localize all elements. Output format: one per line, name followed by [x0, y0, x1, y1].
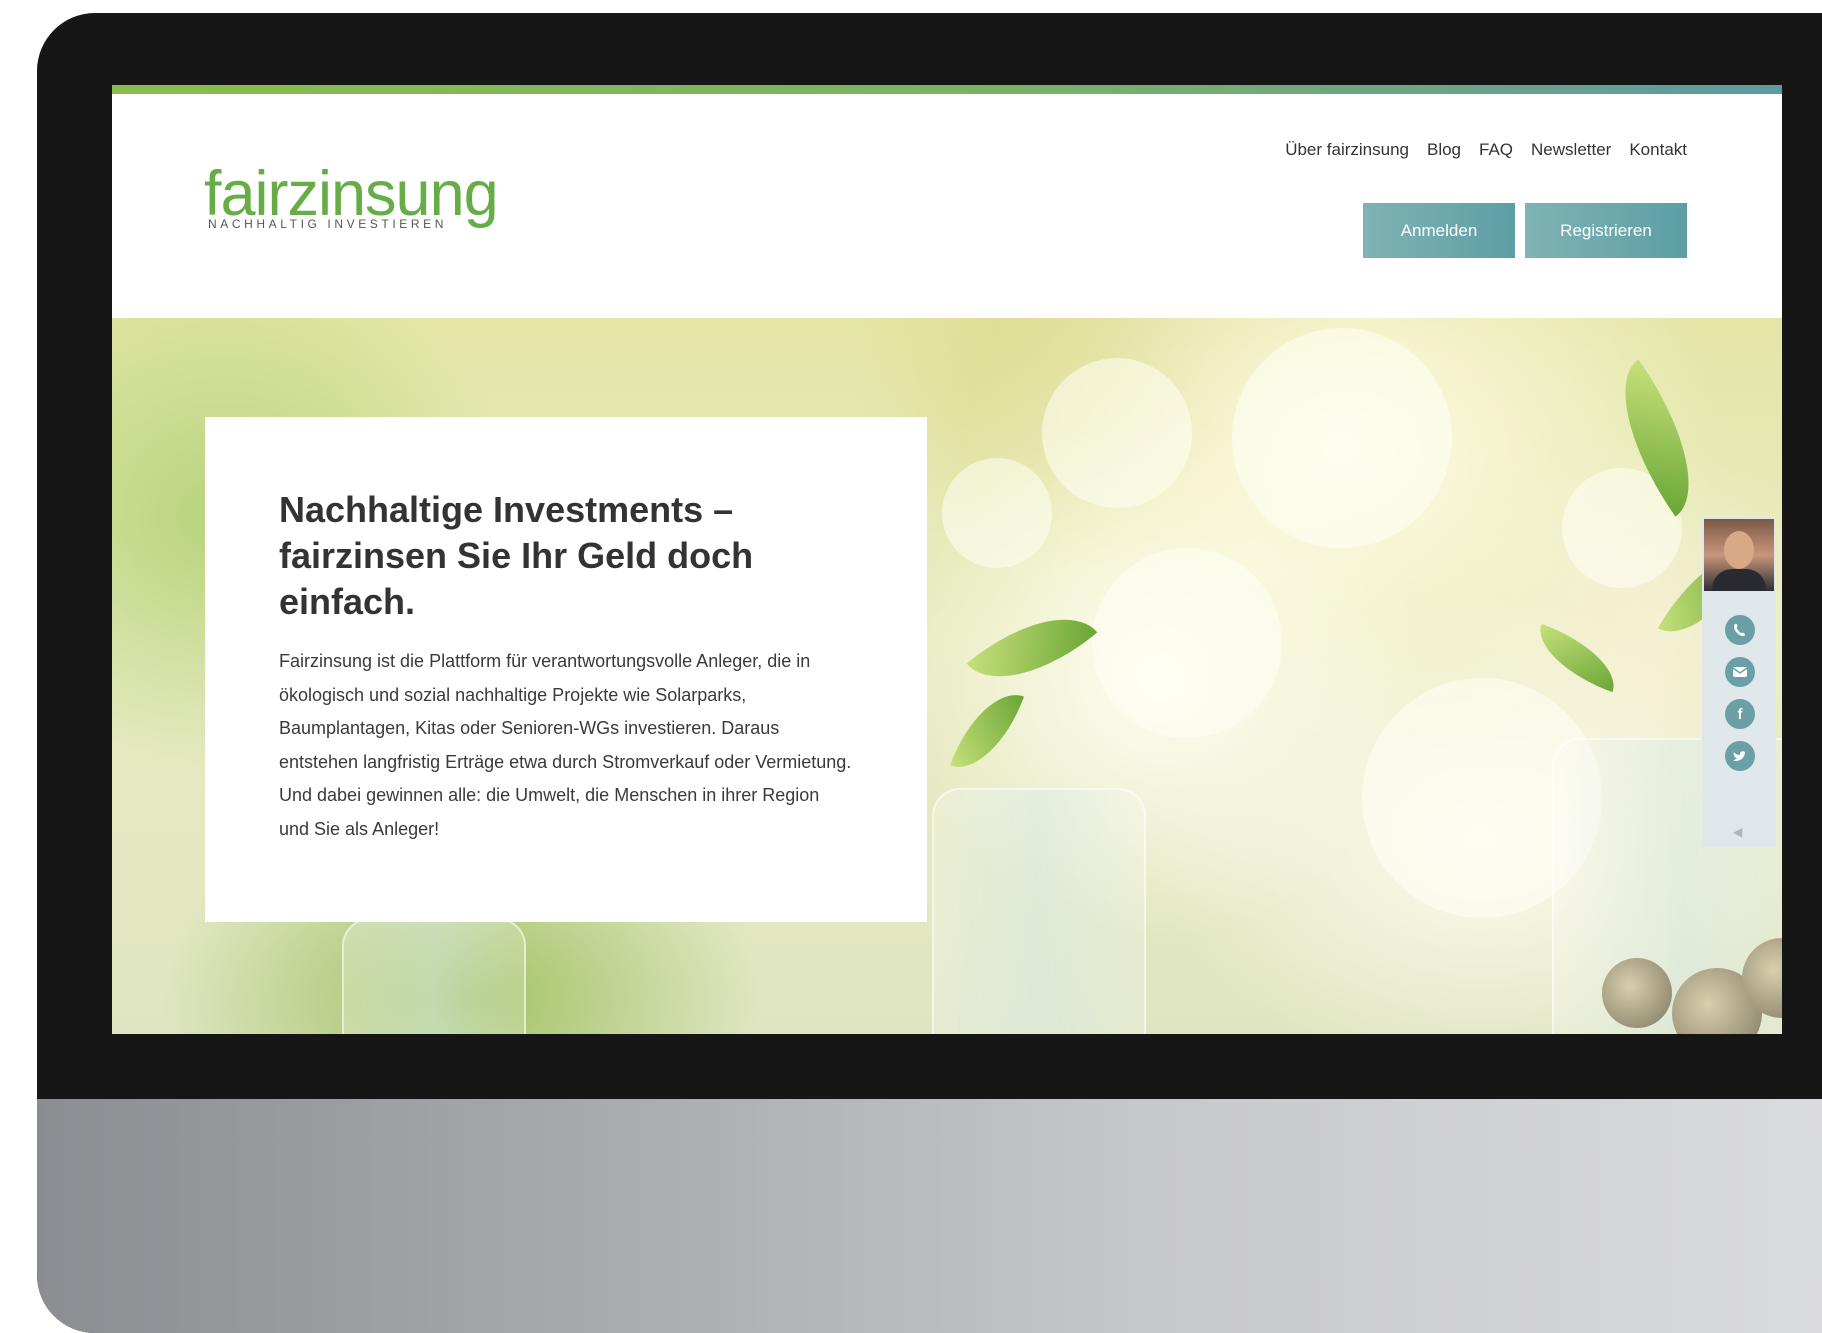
- hero-body: Fairzinsung ist die Plattform für verant…: [279, 651, 852, 839]
- nav-item-kontakt[interactable]: Kontakt: [1629, 140, 1687, 160]
- bokeh-light: [1232, 328, 1452, 548]
- twitter-icon[interactable]: [1725, 741, 1755, 771]
- facebook-icon[interactable]: f: [1725, 699, 1755, 729]
- bokeh-light: [1042, 358, 1192, 508]
- nav-item-blog[interactable]: Blog: [1427, 140, 1461, 160]
- site-logo[interactable]: fairzinsung NACHHALTIG INVESTIEREN: [204, 163, 499, 232]
- hero-banner: Nachhaltige Investments – fairzinsen Sie…: [112, 318, 1782, 1034]
- top-accent-bar: [112, 85, 1782, 94]
- hero-text-card: Nachhaltige Investments – fairzinsen Sie…: [205, 417, 927, 922]
- hero-title: Nachhaltige Investments – fairzinsen Sie…: [279, 489, 754, 622]
- nav-item-faq[interactable]: FAQ: [1479, 140, 1513, 160]
- monitor-chin: [37, 1099, 1822, 1333]
- plant-leaf: [949, 680, 1025, 782]
- bokeh-light: [1092, 548, 1282, 738]
- avatar-face: [1724, 531, 1754, 569]
- plant-leaf: [966, 586, 1098, 710]
- mail-icon[interactable]: [1725, 657, 1755, 687]
- nav-item-newsletter[interactable]: Newsletter: [1531, 140, 1611, 160]
- contact-widget: f ◀: [1702, 517, 1776, 847]
- plant-leaf: [1527, 623, 1627, 693]
- nav-item-ueber[interactable]: Über fairzinsung: [1285, 140, 1409, 160]
- register-button[interactable]: Registrieren: [1525, 203, 1687, 258]
- browser-viewport: fairzinsung NACHHALTIG INVESTIEREN Über …: [112, 85, 1782, 1034]
- monitor-frame: fairzinsung NACHHALTIG INVESTIEREN Über …: [37, 13, 1822, 1333]
- glass-jar: [342, 918, 526, 1034]
- bokeh-light: [942, 458, 1052, 568]
- facebook-glyph: f: [1737, 705, 1743, 723]
- collapse-arrow-icon[interactable]: ◀: [1733, 825, 1742, 839]
- phone-icon[interactable]: [1725, 615, 1755, 645]
- coin: [1602, 958, 1672, 1028]
- auth-buttons: Anmelden Registrieren: [1363, 203, 1687, 258]
- avatar-shirt: [1712, 569, 1766, 591]
- glass-jar: [932, 788, 1146, 1034]
- login-button[interactable]: Anmelden: [1363, 203, 1515, 258]
- main-nav: Über fairzinsung Blog FAQ Newsletter Kon…: [1285, 140, 1687, 160]
- avatar[interactable]: [1704, 519, 1774, 591]
